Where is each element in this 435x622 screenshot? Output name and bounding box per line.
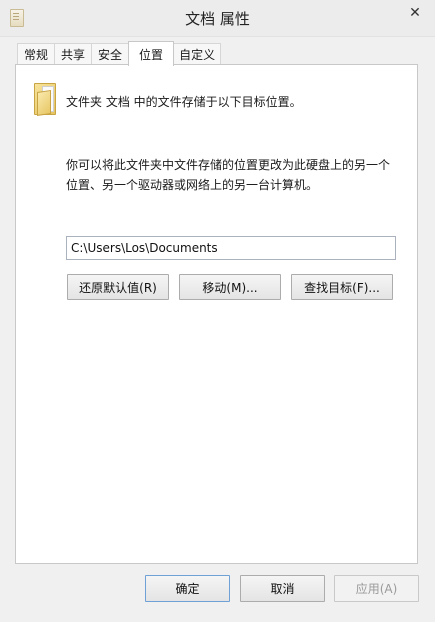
title-bar: 文档 属性 ✕	[0, 0, 435, 37]
location-header: 文件夹 文档 中的文件存储于以下目标位置。	[66, 95, 302, 109]
tab-strip: 常规 共享 安全 位置 自定义	[17, 41, 222, 66]
find-target-button[interactable]: 查找目标(F)...	[291, 274, 393, 300]
tab-customize[interactable]: 自定义	[173, 43, 222, 65]
window-title: 文档 属性	[185, 10, 250, 28]
ok-button[interactable]: 确定	[145, 575, 230, 602]
move-button[interactable]: 移动(M)...	[179, 274, 281, 300]
tab-location[interactable]: 位置	[128, 41, 175, 66]
tab-general[interactable]: 常规	[17, 43, 56, 65]
location-panel: 文件夹 文档 中的文件存储于以下目标位置。 你可以将此文件夹中文件存储的位置更改…	[15, 64, 418, 564]
tab-security[interactable]: 安全	[91, 43, 130, 65]
tab-sharing[interactable]: 共享	[54, 43, 93, 65]
apply-button[interactable]: 应用(A)	[334, 575, 419, 602]
description-line-2: 位置、另一个驱动器或网络上的另一台计算机。	[66, 178, 319, 192]
restore-default-button[interactable]: 还原默认值(R)	[67, 274, 169, 300]
path-input[interactable]	[66, 236, 396, 260]
close-icon: ✕	[409, 5, 421, 21]
description-line-1: 你可以将此文件夹中文件存储的位置更改为此硬盘上的另一个	[66, 158, 391, 172]
cancel-button[interactable]: 取消	[240, 575, 325, 602]
close-button[interactable]: ✕	[401, 2, 429, 24]
folder-icon	[34, 83, 56, 116]
location-description: 你可以将此文件夹中文件存储的位置更改为此硬盘上的另一个 位置、另一个驱动器或网络…	[66, 155, 406, 195]
